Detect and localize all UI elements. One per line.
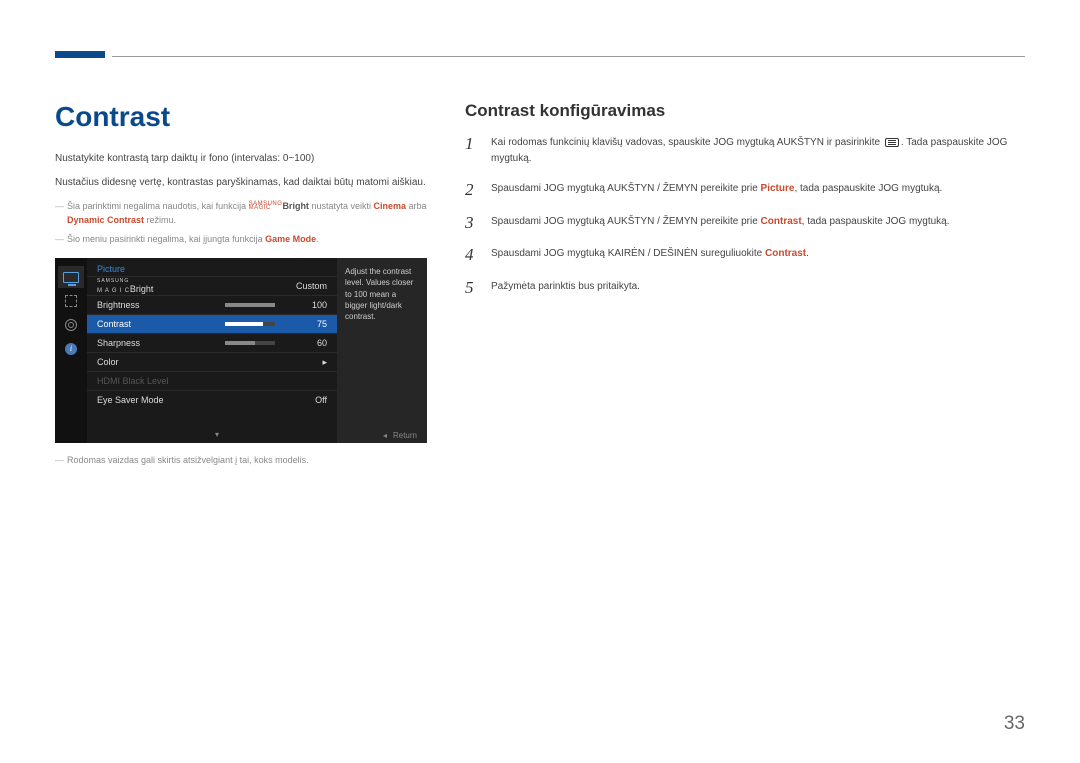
- osd-brightness-value: 100: [283, 300, 327, 310]
- note-1-text-c: režimu.: [144, 215, 176, 225]
- step-num: 4: [465, 246, 479, 265]
- steps-list: 1 Kai rodomas funkcinių klavišų vadovas,…: [465, 135, 1025, 298]
- step-3-text-a: Spausdami JOG mygtuką AUKŠTYN / ŽEMYN pe…: [491, 216, 761, 227]
- osd-hdmi-label: HDMI Black Level: [97, 376, 217, 386]
- note-2-text-b: .: [316, 234, 319, 244]
- osd-magic-right: Bright: [130, 284, 154, 294]
- osd-contrast-value: 75: [283, 319, 327, 329]
- header-accent-bar: [55, 51, 105, 58]
- osd-color-label: Color: [97, 357, 217, 367]
- osd-eyesaver-label: Eye Saver Mode: [97, 395, 217, 405]
- osd-title: Picture: [87, 258, 337, 276]
- osd-sharpness-label: Sharpness: [97, 338, 217, 348]
- osd-icon-info: i: [58, 338, 84, 360]
- osd-icon-settings: [58, 314, 84, 336]
- step-5: 5 Pažymėta parinktis bus pritaikyta.: [465, 279, 1025, 298]
- intro-paragraph-1: Nustatykite kontrastą tarp daiktų ir fon…: [55, 151, 427, 167]
- intro-paragraph-2: Nustačius didesnę vertę, kontrastas pary…: [55, 175, 427, 191]
- osd-row-color: Color ▸: [87, 352, 337, 371]
- disclaimer: Rodomas vaizdas gali skirtis atsižvelgia…: [55, 453, 427, 467]
- step-num: 3: [465, 214, 479, 233]
- osd-sharpness-value: 60: [283, 338, 327, 348]
- step-2-text-b: , tada paspauskite JOG mygtuką.: [794, 183, 942, 194]
- osd-down-arrow: ▾: [215, 430, 219, 439]
- step-2-highlight: Picture: [761, 183, 795, 194]
- osd-return-arrow: ◂: [383, 431, 387, 440]
- osd-footer: ◂ Return: [383, 431, 417, 440]
- osd-magic-sub: M A G I C: [97, 288, 130, 294]
- note-1: Šia parinktimi negalima naudotis, kai fu…: [55, 199, 427, 228]
- step-4-text-b: .: [806, 248, 809, 259]
- note-1-bright: Bright: [282, 201, 309, 211]
- step-num: 5: [465, 279, 479, 298]
- osd-icon-picture: [58, 266, 84, 288]
- note-1-magic: MAGIC: [249, 207, 283, 211]
- osd-eyesaver-value: Off: [283, 395, 327, 405]
- page-number: 33: [1004, 713, 1025, 735]
- step-4-highlight: Contrast: [765, 248, 806, 259]
- section-title: Contrast: [55, 101, 427, 133]
- osd-row-eyesaver: Eye Saver Mode Off: [87, 390, 337, 409]
- osd-contrast-label: Contrast: [97, 319, 217, 329]
- osd-row-brightness: Brightness 100: [87, 295, 337, 314]
- step-3-highlight: Contrast: [761, 216, 802, 227]
- note-2: Šio meniu pasirinkti negalima, kai įjung…: [55, 232, 427, 246]
- step-2-text-a: Spausdami JOG mygtuką AUKŠTYN / ŽEMYN pe…: [491, 183, 761, 194]
- osd-row-contrast: Contrast 75: [87, 314, 337, 333]
- step-3-text-b: , tada paspauskite JOG mygtuką.: [802, 216, 950, 227]
- step-1-text-a: Kai rodomas funkcinių klavišų vadovas, s…: [491, 137, 883, 148]
- osd-icon-display: [58, 290, 84, 312]
- step-3: 3 Spausdami JOG mygtuką AUKŠTYN / ŽEMYN …: [465, 214, 1025, 233]
- note-1-dynamic: Dynamic Contrast: [67, 215, 144, 225]
- step-num: 1: [465, 135, 479, 167]
- step-5-text-a: Pažymėta parinktis bus pritaikyta.: [491, 281, 640, 292]
- step-4-text-a: Spausdami JOG mygtuką KAIRĖN / DEŠINĖN s…: [491, 248, 765, 259]
- note-2-game: Game Mode: [265, 234, 316, 244]
- osd-row-magicbright: SAMSUNG M A G I C Bright Custom: [87, 276, 337, 295]
- menu-icon: [885, 138, 899, 147]
- note-1-text-a: Šia parinktimi negalima naudotis, kai fu…: [67, 201, 249, 211]
- osd-magic-sup: SAMSUNG: [97, 278, 130, 284]
- note-1-cinema: Cinema: [373, 201, 406, 211]
- note-1-text-b: nustatyta veikti: [309, 201, 374, 211]
- osd-sidebar: i: [55, 258, 87, 443]
- osd-return-label: Return: [393, 431, 417, 440]
- header-rule: [112, 56, 1025, 57]
- osd-magic-value: Custom: [283, 281, 327, 291]
- step-num: 2: [465, 181, 479, 200]
- note-1-or: arba: [406, 201, 427, 211]
- note-2-text-a: Šio meniu pasirinkti negalima, kai įjung…: [67, 234, 265, 244]
- step-2: 2 Spausdami JOG mygtuką AUKŠTYN / ŽEMYN …: [465, 181, 1025, 200]
- osd-screenshot: i Picture SAMSUNG M A G I C Bright: [55, 258, 427, 443]
- osd-brightness-label: Brightness: [97, 300, 217, 310]
- config-title: Contrast konfigūravimas: [465, 101, 1025, 121]
- osd-row-hdmi: HDMI Black Level: [87, 371, 337, 390]
- step-4: 4 Spausdami JOG mygtuką KAIRĖN / DEŠINĖN…: [465, 246, 1025, 265]
- step-1: 1 Kai rodomas funkcinių klavišų vadovas,…: [465, 135, 1025, 167]
- osd-color-arrow: ▸: [315, 357, 327, 368]
- osd-row-sharpness: Sharpness 60: [87, 333, 337, 352]
- osd-description: Adjust the contrast level. Values closer…: [337, 258, 427, 443]
